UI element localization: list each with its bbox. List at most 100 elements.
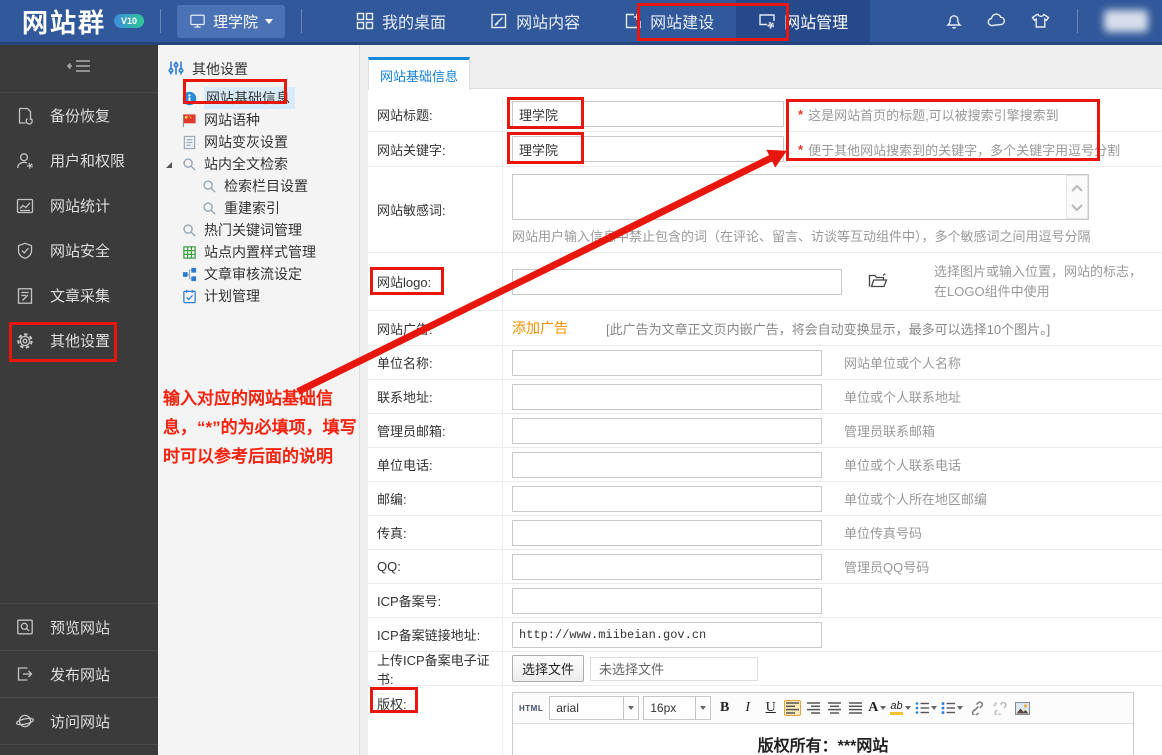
link-icon[interactable] [967, 699, 986, 717]
site-switcher[interactable]: 理学院 [177, 4, 286, 38]
field-hint: 便于其他网站搜索到的关键字，多个关键字用逗号分割 [808, 142, 1121, 158]
field-hint: 这是网站首页的标题,可以被搜索引擎搜索到 [808, 107, 1059, 123]
align-justify-button[interactable] [847, 700, 864, 716]
ordered-list-button[interactable] [915, 702, 937, 714]
font-family-select[interactable]: arial [549, 696, 640, 720]
bold-button[interactable]: B [715, 697, 734, 719]
choose-file-button[interactable]: 选择文件 [512, 655, 585, 682]
sidebar-item-other-settings[interactable]: 其他设置 [0, 318, 158, 363]
tree-item-label: 站内全文检索 [204, 156, 288, 172]
row-admin-email: 管理员邮箱: 管理员联系邮箱 [368, 414, 1162, 448]
tree-header-label: 其他设置 [192, 61, 248, 77]
row-address: 联系地址: 单位或个人联系地址 [368, 380, 1162, 414]
sidebar-item-visit-site[interactable]: 访问网站 [0, 697, 158, 745]
address-input[interactable] [512, 383, 822, 410]
icp-number-input[interactable] [512, 587, 822, 614]
sidebar-collapse[interactable] [0, 45, 158, 93]
add-ad-link[interactable]: 添加广告 [512, 318, 568, 338]
bullet-list-button[interactable] [941, 702, 963, 714]
image-icon[interactable] [1013, 700, 1032, 717]
table-icon [182, 245, 197, 260]
nav-item-desktop[interactable]: 我的桌面 [334, 0, 468, 42]
cloud-icon[interactable] [986, 11, 1008, 31]
chart-icon [15, 196, 35, 216]
brand: 网站群 V10 [22, 3, 145, 40]
sidebar-item-preview-site[interactable]: 预览网站 [0, 603, 158, 650]
sidebar-item-security[interactable]: 网站安全 [0, 228, 158, 273]
highlight-color-button[interactable]: ab [890, 701, 911, 715]
tree-item-rebuild-index[interactable]: 重建索引 [158, 197, 359, 219]
tree-item-label: 计划管理 [204, 288, 260, 304]
tab-site-basic-info[interactable]: 网站基础信息 [368, 57, 471, 90]
calendar-check-icon [182, 289, 197, 304]
tree-item-fulltext-search[interactable]: 站内全文检索 [158, 153, 359, 175]
sidebar-item-backup[interactable]: 备份恢复 [0, 93, 158, 138]
user-account-blurred[interactable] [1104, 10, 1148, 32]
field-label: QQ: [368, 550, 503, 583]
nav-item-content[interactable]: 网站内容 [468, 0, 602, 42]
tree-item-site-gray-setting[interactable]: 网站变灰设置 [158, 131, 359, 153]
backup-icon [15, 106, 35, 126]
tree-item-label: 检索栏目设置 [224, 178, 308, 194]
field-label: 网站关键字: [368, 132, 503, 166]
sensitive-words-textarea[interactable] [512, 174, 1089, 220]
field-label: 传真: [368, 516, 503, 549]
chevron-down-icon [695, 697, 710, 719]
chevron-up-icon[interactable] [1071, 180, 1083, 195]
site-title-input[interactable] [512, 101, 784, 127]
sidebar-item-stats[interactable]: 网站统计 [0, 183, 158, 228]
tree-item-plan-management[interactable]: 计划管理 [158, 285, 359, 307]
tree-header: 其他设置 [158, 45, 359, 87]
nav-label: 我的桌面 [382, 15, 447, 32]
chevron-down-icon [623, 697, 638, 719]
icp-link-input[interactable] [512, 621, 822, 648]
tree-item-hot-keywords[interactable]: 热门关键词管理 [158, 219, 359, 241]
site-keywords-input[interactable] [512, 136, 784, 162]
org-name-input[interactable] [512, 349, 822, 376]
tab-label: 网站基础信息 [380, 68, 459, 84]
html-source-button[interactable]: HTML [519, 704, 543, 713]
font-size-select[interactable]: 16px [643, 696, 712, 720]
sidebar: 备份恢复 用户和权限 网站统计 网站安全 文章采集 其他设置 预览网站 发布网站… [0, 45, 158, 755]
tree-item-label: 热门关键词管理 [204, 222, 302, 238]
align-left-button[interactable] [784, 700, 802, 716]
tree-item-review-flow[interactable]: 文章审核流设定 [158, 263, 359, 285]
admin-email-input[interactable] [512, 417, 822, 444]
font-color-button[interactable]: A [868, 700, 887, 716]
tree-item-site-language[interactable]: 网站语种 [158, 109, 359, 131]
tree-item-site-basic-info[interactable]: 网站基础信息 [158, 87, 359, 109]
fax-input[interactable] [512, 519, 822, 546]
sidebar-item-collect[interactable]: 文章采集 [0, 273, 158, 318]
sidebar-item-label: 用户和权限 [50, 153, 126, 170]
row-qq: QQ: 管理员QQ号码 [368, 550, 1162, 584]
copyright-content[interactable]: 版权所有：***网站 [513, 724, 1133, 755]
nav-item-manage[interactable]: 网站管理 [736, 0, 871, 42]
unlink-icon[interactable] [990, 699, 1009, 717]
folder-open-icon [868, 272, 888, 292]
qq-input[interactable] [512, 553, 822, 580]
tree-item-search-column-setting[interactable]: 检索栏目设置 [158, 175, 359, 197]
row-zipcode: 邮编: 单位或个人所在地区邮编 [368, 482, 1162, 516]
sidebar-item-users[interactable]: 用户和权限 [0, 138, 158, 183]
bell-icon[interactable] [944, 11, 964, 31]
site-logo-input[interactable] [512, 268, 842, 295]
zipcode-input[interactable] [512, 485, 822, 512]
form-panel: 网站标题: *这是网站首页的标题,可以被搜索引擎搜索到 网站关键字: *便于其他… [368, 88, 1162, 755]
phone-input[interactable] [512, 451, 822, 478]
collapse-icon [66, 58, 92, 79]
tree-item-builtin-styles[interactable]: 站点内置样式管理 [158, 241, 359, 263]
field-label: 邮编: [368, 482, 503, 515]
sidebar-item-label: 网站安全 [50, 243, 111, 260]
expand-caret-icon[interactable] [166, 162, 172, 168]
underline-button[interactable]: U [761, 697, 780, 719]
sidebar-item-publish-site[interactable]: 发布网站 [0, 650, 158, 697]
row-copyright: 版权: HTML arial 16px B I U A ab 版权所有：***网… [368, 686, 1162, 755]
align-right-button[interactable] [805, 700, 822, 716]
shirt-icon[interactable] [1030, 11, 1051, 31]
browse-folder-button[interactable] [868, 272, 888, 292]
chevron-down-icon[interactable] [1071, 199, 1083, 214]
italic-button[interactable]: I [738, 697, 757, 719]
nav-item-build[interactable]: 网站建设 [602, 0, 736, 42]
align-center-button[interactable] [826, 700, 843, 716]
textarea-scroll-control[interactable] [1066, 175, 1088, 219]
